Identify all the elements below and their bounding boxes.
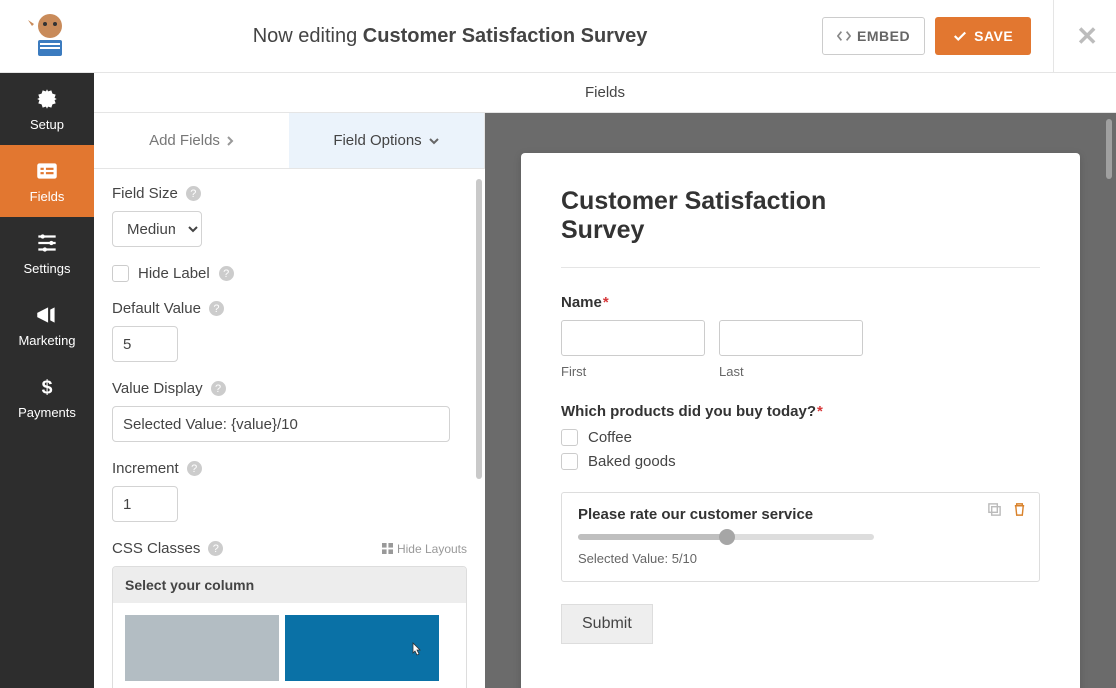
- megaphone-icon: [34, 302, 60, 328]
- sidebar-item-fields[interactable]: Fields: [0, 145, 94, 217]
- help-icon[interactable]: ?: [186, 186, 201, 201]
- check-icon: [953, 29, 967, 43]
- center-header: Fields: [94, 73, 1116, 113]
- sidebar-item-payments[interactable]: $ Payments: [0, 361, 94, 433]
- field-size-label: Field Size?: [112, 185, 467, 202]
- product-checkbox-coffee[interactable]: [561, 429, 578, 446]
- hide-label-text: Hide Label: [138, 265, 210, 282]
- column-option-1[interactable]: [125, 615, 279, 681]
- help-icon[interactable]: ?: [211, 381, 226, 396]
- first-name-input[interactable]: [561, 320, 705, 356]
- form-icon: [34, 158, 60, 184]
- increment-label: Increment?: [112, 460, 467, 477]
- code-icon: [837, 29, 851, 43]
- last-name-input[interactable]: [719, 320, 863, 356]
- trash-icon[interactable]: [1012, 502, 1027, 517]
- help-icon[interactable]: ?: [208, 541, 223, 556]
- chevron-right-icon: [226, 135, 234, 147]
- grid-icon: [382, 543, 393, 554]
- chevron-down-icon: [428, 137, 440, 145]
- cursor-icon: [407, 641, 425, 664]
- sidebar-item-setup[interactable]: Setup: [0, 73, 94, 145]
- product-option-label: Coffee: [588, 429, 632, 446]
- form-preview: Customer Satisfaction Survey Name* First…: [521, 153, 1080, 688]
- help-icon[interactable]: ?: [209, 301, 224, 316]
- app-logo: [22, 8, 78, 64]
- scrollbar[interactable]: [1106, 119, 1112, 179]
- scrollbar[interactable]: [476, 179, 482, 479]
- tab-field-options[interactable]: Field Options: [289, 113, 485, 168]
- field-size-select[interactable]: Medium: [112, 211, 202, 247]
- help-icon[interactable]: ?: [219, 266, 234, 281]
- embed-button[interactable]: EMBED: [822, 17, 925, 55]
- tab-add-fields[interactable]: Add Fields: [94, 113, 289, 168]
- preview-panel: Customer Satisfaction Survey Name* First…: [485, 113, 1116, 688]
- name-field-label: Name*: [561, 294, 1040, 311]
- duplicate-icon[interactable]: [987, 502, 1002, 517]
- page-title: Now editing Customer Satisfaction Survey: [78, 25, 822, 48]
- first-sublabel: First: [561, 364, 705, 379]
- submit-button[interactable]: Submit: [561, 604, 653, 644]
- slider-field[interactable]: Please rate our customer service Selecte…: [561, 492, 1040, 582]
- dollar-icon: $: [34, 374, 60, 400]
- value-display-input[interactable]: [112, 406, 450, 442]
- default-value-input[interactable]: [112, 326, 178, 362]
- slider-value-display: Selected Value: 5/10: [578, 551, 1023, 566]
- save-button[interactable]: SAVE: [935, 17, 1031, 55]
- sidebar: Setup Fields Settings Marketing $ Paymen…: [0, 73, 94, 688]
- product-checkbox-baked[interactable]: [561, 453, 578, 470]
- sidebar-item-settings[interactable]: Settings: [0, 217, 94, 289]
- sliders-icon: [34, 230, 60, 256]
- sidebar-item-marketing[interactable]: Marketing: [0, 289, 94, 361]
- gear-icon: [34, 86, 60, 112]
- column-selector-header: Select your column: [113, 567, 466, 603]
- product-option-label: Baked goods: [588, 453, 676, 470]
- hide-layouts-button[interactable]: Hide Layouts: [382, 542, 467, 556]
- default-value-label: Default Value?: [112, 300, 467, 317]
- slider-label: Please rate our customer service: [578, 506, 1023, 523]
- last-sublabel: Last: [719, 364, 863, 379]
- column-option-2[interactable]: [285, 615, 439, 681]
- products-label: Which products did you buy today?*: [561, 403, 1040, 420]
- options-panel: Add Fields Field Options Field Size?: [94, 113, 485, 688]
- close-icon[interactable]: ✕: [1076, 21, 1098, 52]
- value-display-label: Value Display?: [112, 380, 467, 397]
- hide-label-checkbox[interactable]: [112, 265, 129, 282]
- help-icon[interactable]: ?: [187, 461, 202, 476]
- slider-thumb[interactable]: [719, 529, 735, 545]
- increment-input[interactable]: [112, 486, 178, 522]
- form-title: Customer Satisfaction Survey: [561, 187, 841, 245]
- slider-track[interactable]: [578, 534, 874, 540]
- svg-text:$: $: [42, 377, 53, 399]
- css-classes-label: CSS Classes?: [112, 540, 223, 557]
